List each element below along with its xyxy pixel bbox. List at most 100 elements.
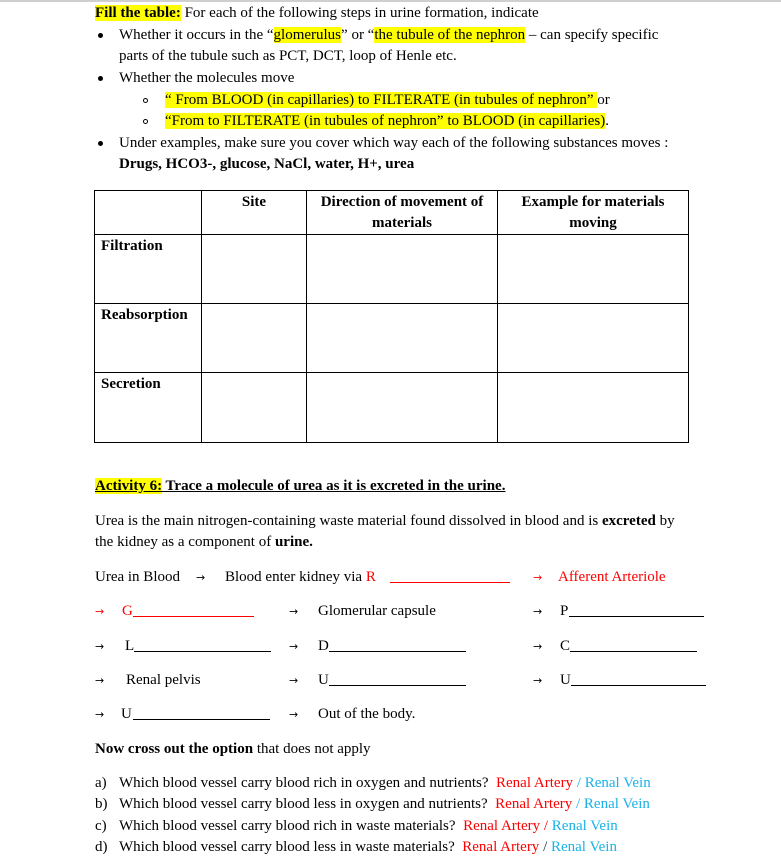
question-letter: c): [95, 818, 107, 834]
header-example-line-2: moving: [569, 215, 617, 231]
question-letter: d): [95, 839, 108, 855]
arrow-glyph: →: [289, 605, 299, 618]
option-renal-vein[interactable]: Renal Vein: [584, 796, 650, 812]
question-b: b) Which blood vessel carry blood less in…: [95, 795, 650, 813]
filtration-direction-cell[interactable]: [306, 234, 498, 304]
secretion-direction-cell[interactable]: [306, 372, 498, 443]
substances-list: Drugs, HCO3-, glucose, NaCl, water, H+, …: [119, 156, 415, 172]
sub-bullet-2: “From to FILTERATE (in tubules of nephro…: [165, 112, 609, 130]
arrow-icon: →: [533, 637, 542, 656]
question-a: a) Which blood vessel carry blood rich in…: [95, 774, 651, 792]
reabsorption-direction-cell[interactable]: [306, 303, 498, 373]
option-separator: /: [543, 839, 548, 855]
bullet-icon: [98, 33, 103, 38]
activity-label: Activity 6:: [95, 478, 163, 494]
arrow-glyph: →: [95, 605, 105, 618]
header-empty-cell: [94, 190, 202, 235]
renal-artery-blank[interactable]: [390, 568, 510, 583]
table-row: Reabsorption: [94, 303, 689, 373]
urinary-bladder-blank[interactable]: [571, 671, 706, 686]
d-letter: D: [318, 638, 329, 654]
cross-out-heading-bold: Now cross out the option: [95, 741, 254, 757]
sub-bullet-1: “ From BLOOD (in capillaries) to FILTERA…: [165, 91, 610, 109]
question-text: Which blood vessel carry blood less in o…: [119, 796, 488, 812]
urethra-blank[interactable]: [133, 705, 270, 720]
cross-out-heading-rest: that does not apply: [253, 741, 371, 757]
option-renal-vein[interactable]: Renal Vein: [585, 775, 651, 791]
header-example: Example for materials moving: [497, 190, 689, 235]
arrow-icon: →: [95, 705, 104, 724]
bullet-1-line-1: Whether it occurs in the “glomerulus” or…: [119, 26, 658, 44]
arrow-glyph: →: [533, 605, 543, 618]
l-letter: L: [125, 638, 135, 654]
row-label-reabsorption: Reabsorption: [94, 303, 202, 373]
out-of-body: Out of the body.: [318, 706, 416, 722]
option-renal-artery[interactable]: Renal Artery: [462, 839, 539, 855]
glomerular-capsule: Glomerular capsule: [318, 603, 436, 619]
paragraph-text: Urea is the main nitrogen-containing was…: [95, 513, 602, 529]
ureter-blank[interactable]: [329, 671, 466, 686]
blood-enter-step: Blood enter kidney via R: [225, 568, 376, 586]
tubule-highlight: the tubule of the nephron: [374, 27, 526, 43]
question-c: c) Which blood vessel carry blood rich in…: [95, 817, 618, 835]
arrow-glyph: →: [289, 674, 299, 687]
question-text: Which blood vessel carry blood rich in w…: [119, 818, 456, 834]
intro-text: For each of the following steps in urine…: [180, 5, 539, 21]
u-letter: U: [560, 672, 571, 688]
loop-of-henle-blank[interactable]: [134, 637, 271, 652]
u-letter: U: [318, 672, 329, 688]
arrow-icon: →: [533, 568, 542, 587]
arrow-icon: →: [289, 705, 298, 724]
row-label-secretion: Secretion: [94, 372, 202, 443]
bullet-3-text: Under examples, make sure you cover whic…: [119, 135, 669, 151]
arrow-glyph: →: [533, 571, 543, 584]
reabsorption-site-cell[interactable]: [201, 303, 307, 373]
urine-bold: urine.: [274, 534, 313, 550]
bullet-icon: [98, 141, 103, 146]
instructions-intro: Fill the table: For each of the followin…: [95, 4, 539, 22]
question-letter: b): [95, 796, 108, 812]
g-letter: G: [122, 603, 133, 619]
option-renal-vein[interactable]: Renal Vein: [551, 839, 617, 855]
paragraph-text: by: [655, 513, 675, 529]
option-renal-artery[interactable]: Renal Artery: [495, 796, 572, 812]
fill-table-heading: Fill the table:: [95, 5, 181, 21]
row-label-filtration: Filtration: [94, 234, 202, 304]
arrow-glyph: →: [533, 640, 543, 653]
secretion-example-cell[interactable]: [497, 372, 689, 443]
bullet-1-text: Whether it occurs in the “: [119, 27, 274, 43]
glomerulus-blank[interactable]: [133, 602, 254, 617]
p-letter: P: [560, 603, 569, 619]
filtration-site-cell[interactable]: [201, 234, 307, 304]
sub-bullet-icon: [143, 119, 148, 124]
option-renal-vein[interactable]: Renal Vein: [552, 818, 618, 834]
secretion-site-cell[interactable]: [201, 372, 307, 443]
table-row: Filtration: [94, 234, 689, 304]
arrow-glyph: →: [196, 571, 206, 584]
paragraph-text: the kidney as a component of: [95, 534, 275, 550]
activity-paragraph-line-1: Urea is the main nitrogen-containing was…: [95, 512, 675, 530]
arrow-icon: →: [196, 568, 205, 587]
bullet-1-text: – can specify specific: [525, 27, 659, 43]
arrow-glyph: →: [95, 708, 105, 721]
header-direction-line-2: materials: [372, 215, 432, 231]
dct-blank[interactable]: [329, 637, 466, 652]
header-site-label: Site: [241, 194, 267, 210]
filtration-example-cell[interactable]: [497, 234, 689, 304]
glomerulus-highlight: glomerulus: [273, 27, 342, 43]
r-letter: R: [365, 569, 376, 585]
arrow-glyph: →: [289, 640, 299, 653]
page-top-border: [0, 0, 781, 2]
reabsorption-example-cell[interactable]: [497, 303, 689, 373]
option-renal-artery[interactable]: Renal Artery: [463, 818, 540, 834]
collecting-duct-blank[interactable]: [570, 637, 697, 652]
option-renal-artery[interactable]: Renal Artery: [496, 775, 573, 791]
afferent-arteriole: Afferent Arteriole: [558, 569, 666, 585]
u-letter: U: [121, 706, 132, 722]
arrow-glyph: →: [533, 674, 543, 687]
filterate-to-blood-highlight: “From to FILTERATE (in tubules of nephro…: [165, 113, 606, 129]
header-example-line-1: Example for materials: [521, 194, 665, 210]
arrow-icon: →: [533, 671, 542, 690]
pct-blank[interactable]: [569, 602, 704, 617]
question-text: Which blood vessel carry blood rich in o…: [119, 775, 489, 791]
